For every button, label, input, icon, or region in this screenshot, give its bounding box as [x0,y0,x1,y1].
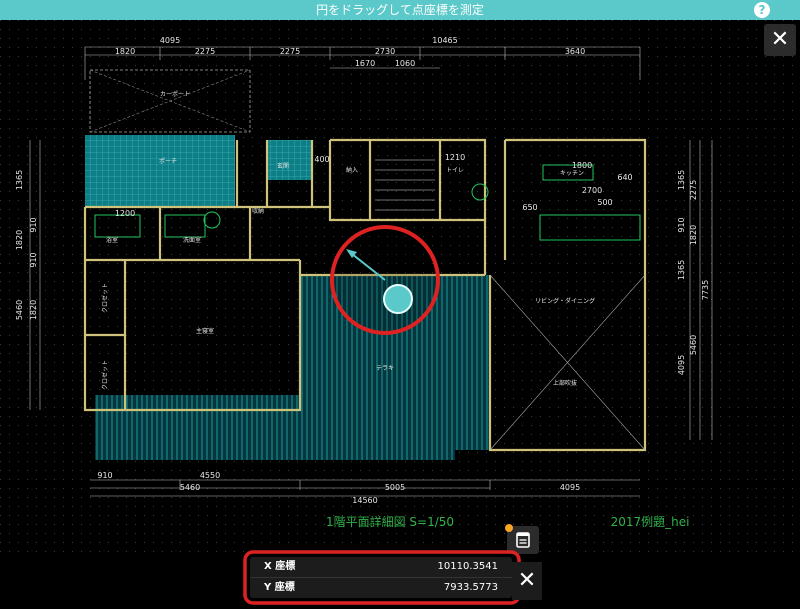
x-coordinate-value: 10110.3541 [437,561,498,572]
svg-text:浴室: 浴室 [106,236,118,244]
svg-text:納入: 納入 [346,166,358,174]
entrance-area [267,140,312,180]
drag-handle[interactable] [383,284,413,314]
y-coordinate-label: Y 座標 [264,582,295,593]
measurement-marker[interactable] [330,225,440,335]
svg-text:14560: 14560 [352,496,377,505]
svg-text:ポーチ: ポーチ [159,157,177,165]
svg-text:上部吹抜: 上部吹抜 [553,379,577,387]
svg-text:7735: 7735 [701,280,710,300]
svg-text:910: 910 [29,252,38,267]
svg-text:910: 910 [29,217,38,232]
svg-text:1365: 1365 [677,170,686,190]
svg-text:1820: 1820 [689,225,698,245]
svg-text:5460: 5460 [15,300,24,320]
svg-text:リビング・ダイニング: リビング・ダイニング [535,297,595,305]
svg-text:910: 910 [677,217,686,232]
svg-text:1820: 1820 [15,230,24,250]
y-coordinate-row: Y 座標 7933.5773 [250,577,512,598]
svg-text:4095: 4095 [677,355,686,375]
svg-text:3640: 3640 [565,47,585,56]
svg-text:玄関: 玄関 [277,162,289,170]
cad-drawing-canvas[interactable]: 4095 2275 2275 2730 10465 3640 1820 1670… [0,20,800,555]
svg-text:2275: 2275 [195,47,215,56]
x-coordinate-label: X 座標 [264,561,296,572]
svg-text:1670: 1670 [355,59,375,68]
svg-text:1200: 1200 [115,209,135,218]
svg-text:2700: 2700 [582,186,602,195]
svg-text:1365: 1365 [15,170,24,190]
svg-text:カーポート: カーポート [160,90,190,98]
svg-text:5005: 5005 [385,483,405,492]
svg-text:2275: 2275 [280,47,300,56]
svg-text:収納: 収納 [252,207,264,215]
svg-text:4550: 4550 [200,471,220,480]
svg-text:キッチン: キッチン [560,170,584,177]
porch-area [85,135,235,207]
help-icon[interactable]: ? [754,2,770,18]
drawing-signature: 2017例題_hei [611,515,690,529]
svg-text:400: 400 [314,155,329,164]
svg-text:10465: 10465 [432,36,457,45]
notification-badge [505,524,513,532]
svg-text:4095: 4095 [160,36,180,45]
svg-text:5460: 5460 [689,335,698,355]
svg-text:1800: 1800 [572,161,592,170]
svg-text:主寝室: 主寝室 [196,327,214,335]
instruction-header: 円をドラッグして点座標を測定 ? [0,0,800,20]
svg-text:1820: 1820 [115,47,135,56]
svg-text:クロゼット: クロゼット [101,360,109,390]
drawing-caption: 1階平面詳細図 S=1/50 [326,514,454,529]
svg-text:1210: 1210 [445,153,465,162]
svg-text:洗面室: 洗面室 [183,236,201,244]
svg-text:1365: 1365 [677,260,686,280]
svg-text:650: 650 [522,203,537,212]
svg-text:910: 910 [97,471,112,480]
svg-text:1060: 1060 [395,59,415,68]
svg-text:クロゼット: クロゼット [101,283,109,313]
x-coordinate-row: X 座標 10110.3541 [250,557,512,577]
instruction-title: 円をドラッグして点座標を測定 [316,3,484,17]
svg-text:640: 640 [617,173,632,182]
svg-text:500: 500 [597,198,612,207]
close-coordinates-button[interactable]: ✕ [512,562,542,600]
svg-text:4095: 4095 [560,483,580,492]
svg-text:トイレ: トイレ [446,167,464,174]
svg-text:5460: 5460 [180,483,200,492]
svg-text:2730: 2730 [375,47,395,56]
svg-text:テラキ: テラキ [376,365,394,372]
svg-text:1820: 1820 [29,300,38,320]
coordinate-panel: X 座標 10110.3541 Y 座標 7933.5773 [250,557,512,598]
y-coordinate-value: 7933.5773 [443,582,498,593]
svg-text:2275: 2275 [689,180,698,200]
